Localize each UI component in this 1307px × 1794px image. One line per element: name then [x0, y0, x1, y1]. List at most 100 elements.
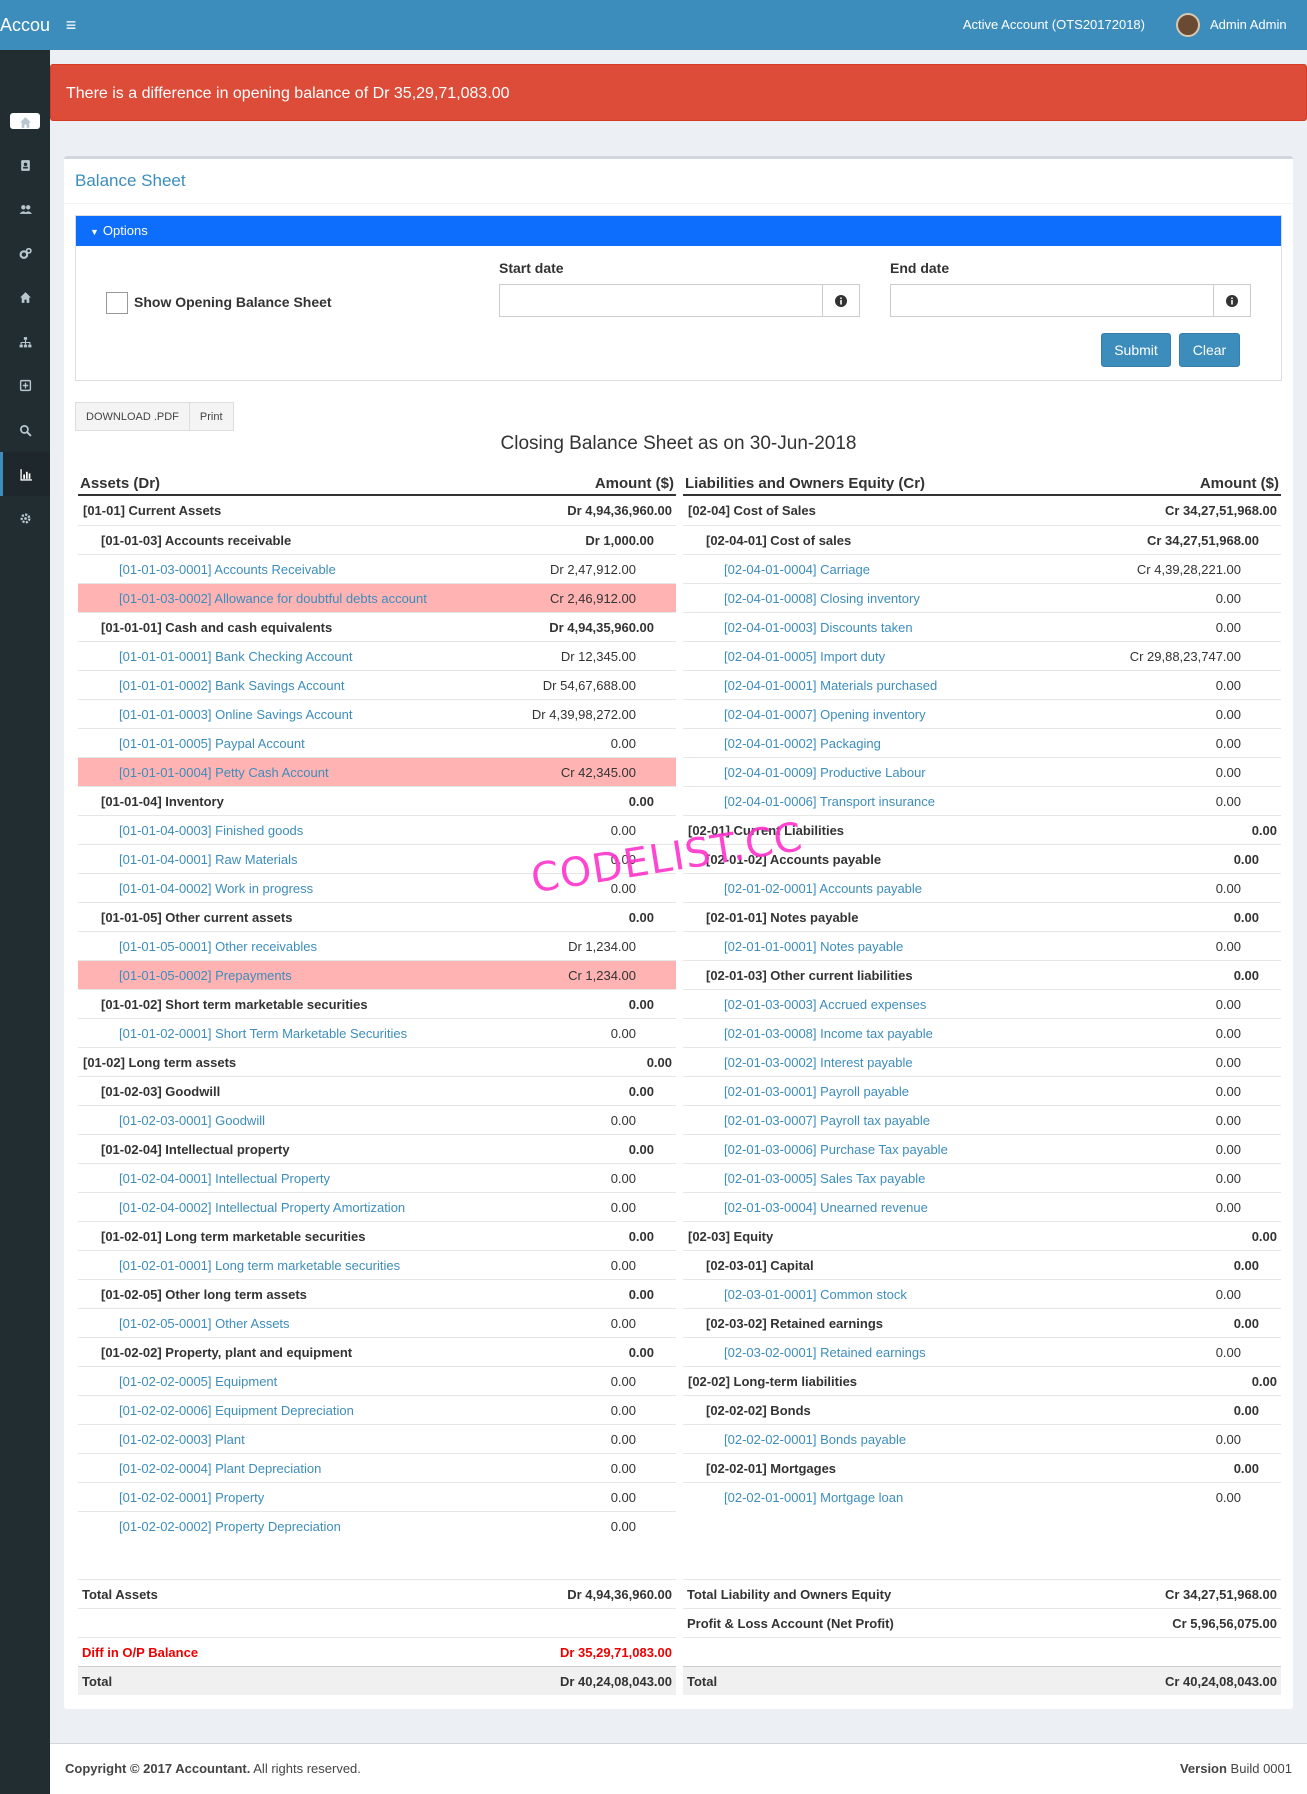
account-link[interactable]: [01-01-05-0001] Other receivables: [78, 939, 317, 954]
account-link[interactable]: [01-02-04-0002] Intellectual Property Am…: [78, 1200, 405, 1215]
account-link[interactable]: [01-01-04-0001] Raw Materials: [78, 852, 297, 867]
account-link[interactable]: [01-01-01-0004] Petty Cash Account: [78, 765, 329, 780]
sheet-title: Closing Balance Sheet as on 30-Jun-2018: [500, 433, 857, 454]
account-link[interactable]: [01-02-02-0006] Equipment Depreciation: [78, 1403, 354, 1418]
account-link[interactable]: [02-04-01-0004] Carriage: [683, 562, 870, 577]
account-link[interactable]: [02-04-01-0006] Transport insurance: [683, 794, 935, 809]
amount: 0.00: [610, 1170, 636, 1186]
sidebar-item-bar-chart[interactable]: [0, 452, 50, 496]
account-link[interactable]: [02-01-03-0005] Sales Tax payable: [683, 1171, 925, 1186]
account-link[interactable]: [01-01-01-0002] Bank Savings Account: [78, 678, 344, 693]
account-link[interactable]: [02-04-01-0008] Closing inventory: [683, 591, 920, 606]
amount: 0.00: [628, 996, 654, 1012]
assets-group-row: [01-02-04] Intellectual property 0.00: [78, 1134, 676, 1163]
account-link[interactable]: [02-01-03-0008] Income tax payable: [683, 1026, 933, 1041]
group-name: [02-03-02] Retained earnings: [706, 1315, 884, 1331]
submit-button[interactable]: Submit: [1101, 333, 1171, 367]
account-link[interactable]: [02-04-01-0003] Discounts taken: [683, 620, 913, 635]
liabilities-account-row: [02-04-01-0004] Carriage Cr 4,39,28,221.0…: [683, 554, 1281, 583]
account-link[interactable]: [02-04-01-0005] Import duty: [683, 649, 885, 664]
sidebar-item-sitemap[interactable]: [0, 320, 50, 364]
amount: 0.00: [610, 1315, 636, 1331]
amount: 0.00: [628, 1344, 654, 1360]
liabilities-account-row: [02-03-01-0001] Common stock 0.00: [683, 1279, 1281, 1308]
assets-account-row: [01-01-01-0002] Bank Savings Account Dr 5…: [78, 670, 676, 699]
account-link[interactable]: [02-01-03-0006] Purchase Tax payable: [683, 1142, 948, 1157]
account-link[interactable]: [01-02-02-0001] Property: [78, 1490, 264, 1505]
amount: 0.00: [628, 1141, 654, 1157]
account-link[interactable]: [02-01-02-0001] Accounts payable: [683, 881, 922, 896]
account-link[interactable]: [01-02-02-0004] Plant Depreciation: [78, 1461, 321, 1476]
account-link[interactable]: [02-04-01-0001] Materials purchased: [683, 678, 937, 693]
end-date-info-icon[interactable]: [1213, 284, 1251, 317]
total-row: Total Liability and Owners Equity Cr 34,2…: [683, 1579, 1281, 1608]
options-header[interactable]: ▼ Options: [76, 216, 1281, 246]
start-date-info-icon[interactable]: [822, 284, 860, 317]
amount: 0.00: [1251, 1373, 1277, 1389]
assets-table: Assets (Dr) Amount ($) [01-01] Current A…: [78, 472, 676, 1540]
amount: 0.00: [1215, 1054, 1241, 1070]
assets-account-row: [01-02-02-0003] Plant 0.00: [78, 1424, 676, 1453]
amount: 0.00: [610, 1460, 636, 1476]
liabilities-header: Liabilities and Owners Equity (Cr) Amoun…: [683, 472, 1281, 496]
account-link[interactable]: [02-04-01-0002] Packaging: [683, 736, 881, 751]
account-link[interactable]: [02-03-02-0001] Retained earnings: [683, 1345, 926, 1360]
active-account[interactable]: Active Account (OTS20172018): [963, 0, 1145, 50]
user-menu[interactable]: Admin Admin: [1210, 0, 1287, 50]
sidebar-item-search[interactable]: [0, 408, 50, 452]
start-date-input[interactable]: [499, 284, 823, 317]
sidebar-item-plus-square[interactable]: [0, 363, 50, 407]
account-link[interactable]: [01-02-03-0001] Goodwill: [78, 1113, 265, 1128]
sidebar-toggle-icon[interactable]: ≡: [60, 0, 82, 50]
group-name: [01-01-04] Inventory: [101, 793, 224, 809]
account-link[interactable]: [01-01-04-0003] Finished goods: [78, 823, 303, 838]
account-link[interactable]: [02-01-03-0007] Payroll tax payable: [683, 1113, 930, 1128]
account-link[interactable]: [02-03-01-0001] Common stock: [683, 1287, 907, 1302]
sidebar-item-cogs[interactable]: [0, 231, 50, 275]
account-link[interactable]: [01-02-02-0002] Property Depreciation: [78, 1519, 341, 1534]
copyright-rights: All rights reserved.: [250, 1761, 361, 1776]
assets-header-name: Assets (Dr): [80, 474, 161, 492]
assets-account-row: [01-02-02-0006] Equipment Depreciation 0.…: [78, 1395, 676, 1424]
account-link[interactable]: [02-01-01-0001] Notes payable: [683, 939, 903, 954]
print-button[interactable]: Print: [189, 402, 234, 431]
account-link[interactable]: [02-02-02-0001] Bonds payable: [683, 1432, 906, 1447]
home-icon: [19, 116, 31, 128]
account-link[interactable]: [01-02-02-0003] Plant: [78, 1432, 245, 1447]
account-link[interactable]: [01-01-01-0005] Paypal Account: [78, 736, 305, 751]
account-link[interactable]: [02-04-01-0009] Productive Labour: [683, 765, 926, 780]
account-link[interactable]: [02-02-01-0001] Mortgage loan: [683, 1490, 903, 1505]
account-link[interactable]: [01-01-03-0001] Accounts Receivable: [78, 562, 336, 577]
sidebar-item-contact-book[interactable]: [0, 143, 50, 187]
assets-group-row: [01-02] Long term assets 0.00: [78, 1047, 676, 1076]
account-link[interactable]: [01-01-04-0002] Work in progress: [78, 881, 313, 896]
liabilities-account-row: [02-01-03-0001] Payroll payable 0.00: [683, 1076, 1281, 1105]
sidebar-item-users[interactable]: [0, 187, 50, 231]
account-link[interactable]: [01-01-02-0001] Short Term Marketable Se…: [78, 1026, 407, 1041]
download-pdf-button[interactable]: DOWNLOAD .PDF: [75, 402, 190, 431]
account-link[interactable]: [02-01-03-0001] Payroll payable: [683, 1084, 909, 1099]
clear-button[interactable]: Clear: [1179, 333, 1240, 367]
account-link[interactable]: [01-02-01-0001] Long term marketable sec…: [78, 1258, 400, 1273]
account-link[interactable]: [01-01-01-0003] Online Savings Account: [78, 707, 352, 722]
sidebar-item-home[interactable]: [0, 275, 50, 319]
account-link[interactable]: [01-01-05-0002] Prepayments: [78, 968, 292, 983]
account-link[interactable]: [01-01-03-0002] Allowance for doubtful d…: [78, 591, 427, 606]
sidebar-item-home[interactable]: [0, 100, 50, 144]
account-link[interactable]: [01-02-04-0001] Intellectual Property: [78, 1171, 330, 1186]
account-link[interactable]: [02-01-03-0004] Unearned revenue: [683, 1200, 928, 1215]
assets-account-row: [01-01-04-0003] Finished goods 0.00: [78, 815, 676, 844]
sidebar-item-gear[interactable]: [0, 496, 50, 540]
end-date-input[interactable]: [890, 284, 1214, 317]
account-link[interactable]: [01-02-02-0005] Equipment: [78, 1374, 277, 1389]
show-opening-checkbox[interactable]: [106, 292, 128, 314]
amount: Dr 2,47,912.00: [549, 561, 636, 577]
account-link[interactable]: [02-01-03-0002] Interest payable: [683, 1055, 913, 1070]
amount: 0.00: [1215, 619, 1241, 635]
app-brand[interactable]: Accountant: [0, 0, 50, 50]
account-link[interactable]: [02-04-01-0007] Opening inventory: [683, 707, 926, 722]
avatar[interactable]: [1176, 13, 1200, 37]
account-link[interactable]: [01-02-05-0001] Other Assets: [78, 1316, 290, 1331]
account-link[interactable]: [01-01-01-0001] Bank Checking Account: [78, 649, 352, 664]
account-link[interactable]: [02-01-03-0003] Accrued expenses: [683, 997, 926, 1012]
